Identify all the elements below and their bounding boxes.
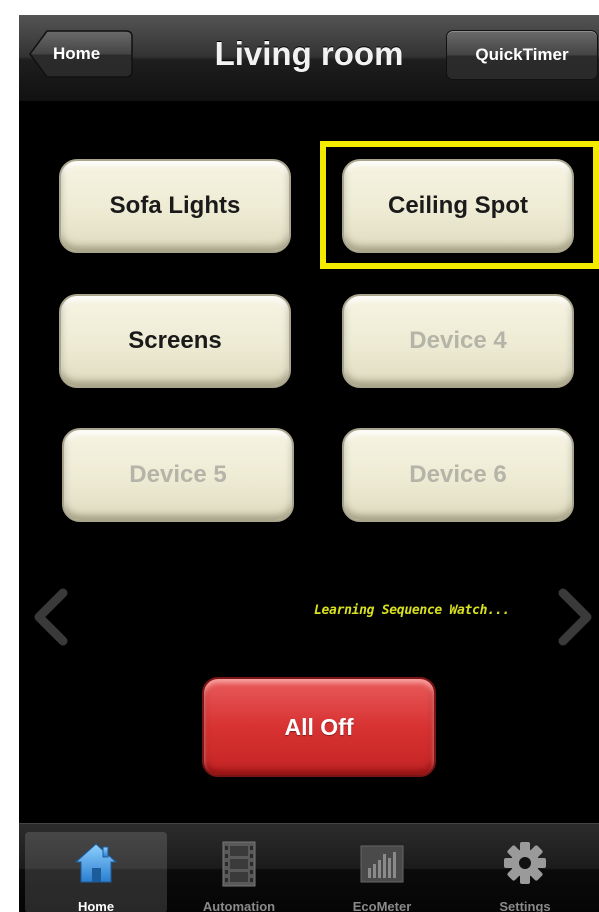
status-message: Learning Sequence Watch... [314,603,510,618]
meter-bars-icon [360,845,404,883]
tab-automation-label: Automation [202,899,276,912]
tab-ecometer[interactable]: EcoMeter [311,832,453,912]
tab-home[interactable]: Home [25,832,167,912]
selection-highlight [320,141,599,269]
device-button-screens[interactable]: Screens [59,294,291,388]
quicktimer-button[interactable]: QuickTimer [446,30,598,80]
gear-icon [504,842,546,884]
tab-home-label: Home [77,899,115,912]
device-button-device-4[interactable]: Device 4 [342,294,574,388]
device-button-device-6[interactable]: Device 6 [342,428,574,522]
device-button-sofa-lights[interactable]: Sofa Lights [59,159,291,253]
chevron-right-icon[interactable] [555,587,595,647]
device-button-device-5[interactable]: Device 5 [62,428,294,522]
tab-settings[interactable]: Settings [454,832,596,912]
navigation-bar: Home Living room QuickTimer [19,15,599,102]
all-off-button[interactable]: All Off [202,677,436,777]
app-screen: Home Living room QuickTimer Sofa Lights … [19,15,599,912]
tab-automation[interactable]: Automation [168,832,310,912]
house-icon [74,843,118,883]
tab-ecometer-label: EcoMeter [352,899,412,912]
tab-settings-label: Settings [499,899,551,912]
tab-bar: Home Automation EcoMeter Settings [19,823,599,912]
film-strip-icon [222,841,256,887]
chevron-left-icon[interactable] [31,587,71,647]
